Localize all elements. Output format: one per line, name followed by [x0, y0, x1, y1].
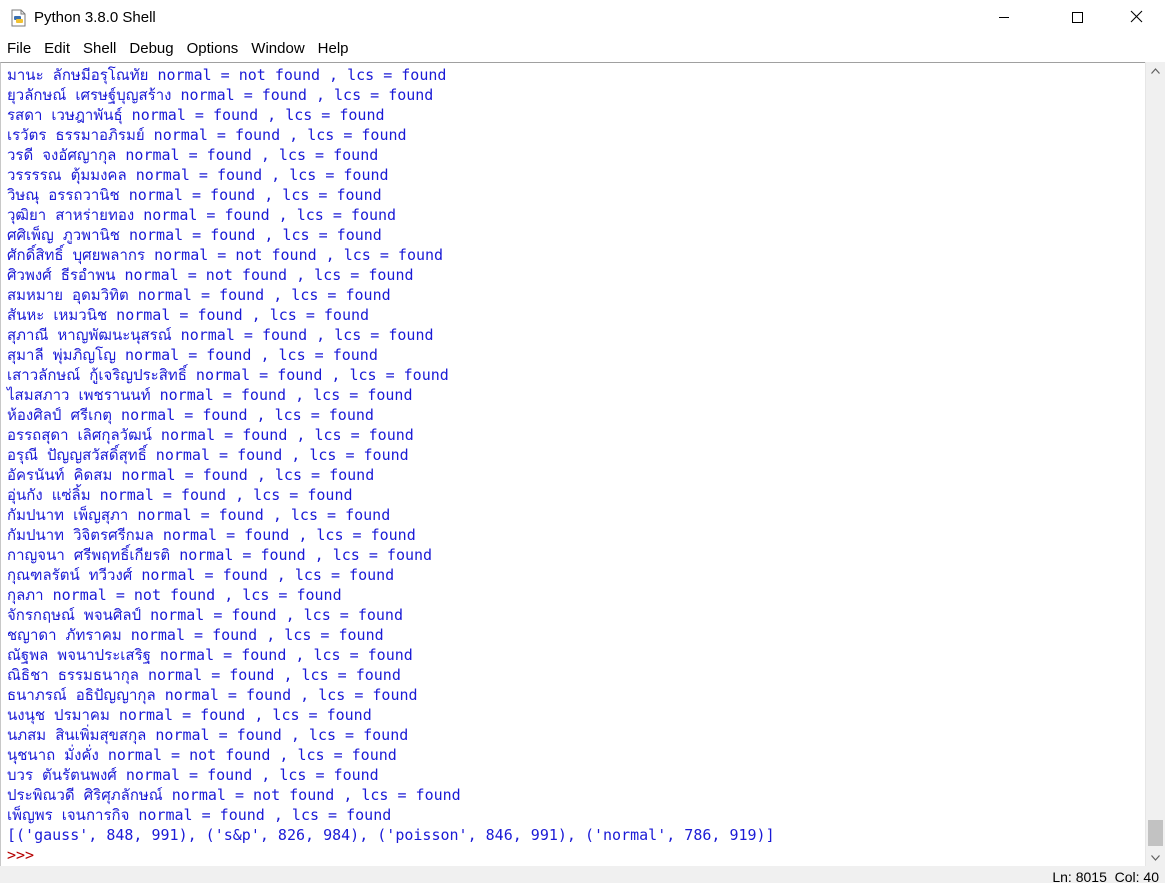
maximize-button[interactable] [1054, 0, 1100, 33]
minimize-button[interactable] [981, 0, 1027, 33]
output-line: วรดี จงอัศญากุล normal = found , lcs = f… [7, 146, 379, 164]
output-line: จักรกฤษณ์ พจนศิลป์ normal = found , lcs … [7, 606, 403, 624]
cursor-position: Ln: 8015 Col: 40 [1052, 869, 1159, 883]
output-line: สันหะ เหมวนิช normal = found , lcs = fou… [7, 306, 370, 324]
menu-bar: File Edit Shell Debug Options Window Hel… [0, 37, 1165, 61]
output-line: กาญจนา ศรีพฤทธิ์เกียรติ normal = found ,… [7, 546, 433, 564]
output-line: ศิวพงศ์ ธีรอำพน normal = not found , lcs… [7, 266, 414, 284]
output-line: วรรรรณ ตุ้มมงคล normal = found , lcs = f… [7, 166, 389, 184]
close-button[interactable] [1113, 0, 1159, 33]
result-line: [('gauss', 848, 991), ('s&p', 826, 984),… [7, 826, 775, 844]
menu-shell[interactable]: Shell [76, 37, 122, 61]
output-line: กุลภา normal = not found , lcs = found [7, 586, 342, 604]
output-line: สุภาณี หาญพัฒนะนุสรณ์ normal = found , l… [7, 326, 434, 344]
vertical-scrollbar[interactable] [1145, 62, 1165, 866]
idle-shell-window: Python 3.8.0 Shell File Edit Shell Debug… [0, 0, 1165, 883]
output-line: บวร ตันรัตนพงศ์ normal = found , lcs = f… [7, 766, 379, 784]
output-line: มานะ ลักษมีอรุโณทัย normal = not found ,… [7, 66, 447, 84]
menu-window[interactable]: Window [244, 37, 310, 61]
output-line: ประพิณวดี ศิริศุภลักษณ์ normal = not fou… [7, 786, 461, 804]
output-line: นภสม สินเพิ่มสุขสกุล normal = found , lc… [7, 726, 409, 744]
window-title: Python 3.8.0 Shell [34, 9, 156, 26]
scroll-up-button[interactable] [1146, 62, 1165, 79]
output-line: รสดา เวษฎาพันธุ์ normal = found , lcs = … [7, 106, 385, 124]
output-line: ศักดิ์สิทธิ์ บุศยพลากร normal = not foun… [7, 246, 444, 264]
output-line: ศศิเพ็ญ ภูวพานิช normal = found , lcs = … [7, 226, 382, 244]
output-line: เพ็ญพร เจนการกิจ normal = found , lcs = … [7, 806, 392, 824]
minimize-icon [999, 16, 1009, 18]
maximize-icon [1072, 11, 1083, 23]
output-line: นุชนาถ มั่งคั่ง normal = not found , lcs… [7, 746, 397, 764]
shell-output-area[interactable]: มานะ ลักษมีอรุโณทัย normal = not found ,… [0, 62, 1145, 866]
output-line: เสาวลักษณ์ กู้เจริญประสิทธิ์ normal = fo… [7, 366, 449, 384]
output-line: ห้องศิลป์ ศรีเกตุ normal = found , lcs =… [7, 406, 374, 424]
output-line: ธนาภรณ์ อธิปัญญากุล normal = found , lcs… [7, 686, 418, 704]
chevron-down-icon [1151, 854, 1160, 861]
output-line: ณิธิชา ธรรมธนากุล normal = found , lcs =… [7, 666, 401, 684]
output-line: อุ่นกัง แซ่ลิ้ม normal = found , lcs = f… [7, 486, 353, 504]
scroll-down-button[interactable] [1146, 849, 1165, 866]
chevron-up-icon [1151, 67, 1160, 74]
output-line: ไสมสภาว เพชรานนท์ normal = found , lcs =… [7, 386, 413, 404]
output-line: สุมาลี พุ่มภิญโญ normal = found , lcs = … [7, 346, 378, 364]
output-line: กุณฑลรัตน์ ทวีวงศ์ normal = found , lcs … [7, 566, 395, 584]
output-line: เรวัตร ธรรมาอภิรมย์ normal = found , lcs… [7, 126, 407, 144]
menu-file[interactable]: File [0, 37, 37, 61]
output-line: วุฒิยา สาหร่ายทอง normal = found , lcs =… [7, 206, 397, 224]
output-line: อรรถสุดา เลิศกุลวัฒน์ normal = found , l… [7, 426, 414, 444]
menu-edit[interactable]: Edit [37, 37, 76, 61]
output-line: ยุวลักษณ์ เศรษฐ์บุญสร้าง normal = found … [7, 86, 434, 104]
title-bar[interactable]: Python 3.8.0 Shell [0, 0, 1165, 37]
output-line: กัมปนาท เพ็ญสุภา normal = found , lcs = … [7, 506, 391, 524]
python-idle-icon [10, 9, 27, 27]
output-line: นงนุช ปรมาคม normal = found , lcs = foun… [7, 706, 372, 724]
output-line: อัครนันท์ คิดสม normal = found , lcs = f… [7, 466, 375, 484]
output-line: กัมปนาท วิจิตรศรีกมล normal = found , lc… [7, 526, 416, 544]
output-line: วิษณุ อรรถวานิช normal = found , lcs = f… [7, 186, 382, 204]
menu-options[interactable]: Options [180, 37, 245, 61]
output-line: ณัฐพล พจนาประเสริฐ normal = found , lcs … [7, 646, 413, 664]
menu-debug[interactable]: Debug [122, 37, 179, 61]
close-icon [1130, 10, 1142, 23]
status-bar: Ln: 8015 Col: 40 [0, 866, 1165, 883]
menu-help[interactable]: Help [311, 37, 355, 61]
scroll-thumb[interactable] [1148, 820, 1163, 846]
output-line: ชญาดา ภัทราคม normal = found , lcs = fou… [7, 626, 384, 644]
output-line: อรุณี ปัญญสวัสดิ์สุทธิ์ normal = found ,… [7, 446, 409, 464]
prompt-line[interactable]: >>> [7, 845, 775, 865]
shell-prompt: >>> [7, 846, 35, 864]
shell-lines: มานะ ลักษมีอรุโณทัย normal = not found ,… [7, 65, 775, 865]
output-line: สมหมาย อุดมวิทิต normal = found , lcs = … [7, 286, 391, 304]
